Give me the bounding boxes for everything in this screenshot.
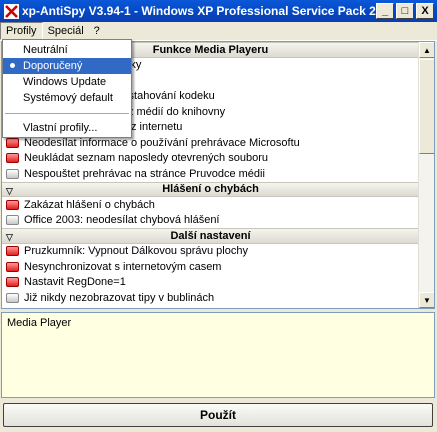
profiles-dropdown-menu: Neutrální Doporučený Windows Update Syst… xyxy=(2,39,132,138)
setting-row[interactable]: Zakázat hlášení o chybách xyxy=(2,197,419,213)
setting-row[interactable]: Nastavit RegDone=1 xyxy=(2,275,419,291)
setting-label: Nastavit RegDone=1 xyxy=(24,276,126,289)
setting-label: Office 2003: neodesílat chybová hlášení xyxy=(24,214,220,227)
setting-label: Neodesílat informace o používání prehráv… xyxy=(24,136,300,149)
profile-recommended[interactable]: Doporučený xyxy=(3,58,131,74)
setting-enabled-checkbox[interactable] xyxy=(6,199,19,210)
setting-row[interactable]: Nespouštet prehrávac na stránce Pruvodce… xyxy=(2,166,419,182)
setting-row[interactable]: Pruzkumník: Vypnout Dálkovou správu ploc… xyxy=(2,244,419,260)
setting-label: Neukládat seznam naposledy otevrených so… xyxy=(24,152,268,165)
setting-label: Pruzkumník: Vypnout Dálkovou správu ploc… xyxy=(24,245,248,258)
profile-label: Neutrální xyxy=(23,44,68,56)
section-header-label: Hlášení o chybách xyxy=(162,183,259,196)
radio-bullet-icon xyxy=(10,63,15,68)
setting-label: Zakázat hlášení o chybách xyxy=(24,198,155,211)
collapse-triangle-icon[interactable]: ▽ xyxy=(6,232,13,243)
setting-label: Nespouštet prehrávac na stránce Pruvodce… xyxy=(24,167,265,180)
description-panel: Media Player xyxy=(1,312,435,398)
section-header-label: Funkce Media Playeru xyxy=(152,43,269,56)
window-title: xp-AntiSpy V3.94-1 - Windows XP Professi… xyxy=(22,4,376,18)
setting-disabled-checkbox[interactable] xyxy=(6,215,19,226)
menu-special[interactable]: Speciál xyxy=(43,23,89,39)
setting-label: Nesynchronizovat s internetovým casem xyxy=(24,260,222,273)
profile-neutral[interactable]: Neutrální xyxy=(3,42,131,58)
vertical-scrollbar[interactable]: ▲ ▼ xyxy=(418,42,434,308)
app-icon[interactable] xyxy=(3,3,19,19)
scroll-up-button[interactable]: ▲ xyxy=(419,42,434,58)
minimize-button[interactable]: _ xyxy=(376,3,394,19)
title-bar: xp-AntiSpy V3.94-1 - Windows XP Professi… xyxy=(0,0,437,22)
scroll-down-button[interactable]: ▼ xyxy=(419,292,434,308)
setting-enabled-checkbox[interactable] xyxy=(6,277,19,288)
setting-enabled-checkbox[interactable] xyxy=(6,261,19,272)
setting-enabled-checkbox[interactable] xyxy=(6,153,19,164)
setting-label: Již nikdy nezobrazovat tipy v bublinách xyxy=(24,291,215,304)
menu-separator xyxy=(5,113,129,114)
setting-row[interactable]: Nesynchronizovat s internetovým casem xyxy=(2,259,419,275)
section-header[interactable]: ▽ Další nastavení xyxy=(2,228,419,244)
setting-disabled-checkbox[interactable] xyxy=(6,168,19,179)
apply-button[interactable]: Použít xyxy=(3,403,433,427)
close-button[interactable]: X xyxy=(416,3,434,19)
profile-label: Systémový default xyxy=(23,92,113,104)
menu-help[interactable]: ? xyxy=(89,23,105,39)
maximize-button[interactable]: □ xyxy=(396,3,414,19)
profile-label: Doporučený xyxy=(23,60,83,72)
profile-label: Vlastní profily... xyxy=(23,122,98,134)
setting-disabled-checkbox[interactable] xyxy=(6,292,19,303)
profile-system-default[interactable]: Systémový default xyxy=(3,90,131,106)
custom-profiles[interactable]: Vlastní profily... xyxy=(3,120,131,136)
section-header-label: Další nastavení xyxy=(170,229,251,242)
setting-enabled-checkbox[interactable] xyxy=(6,137,19,148)
setting-row[interactable]: Neukládat seznam naposledy otevrených so… xyxy=(2,151,419,167)
description-text: Media Player xyxy=(7,317,72,329)
profile-label: Windows Update xyxy=(23,76,107,88)
setting-row[interactable]: Již nikdy nezobrazovat tipy v bublinách xyxy=(2,290,419,306)
setting-row[interactable]: Office 2003: neodesílat chybová hlášení xyxy=(2,213,419,229)
profile-windows-update[interactable]: Windows Update xyxy=(3,74,131,90)
section-header[interactable]: ▽ Hlášení o chybách xyxy=(2,181,419,197)
setting-enabled-checkbox[interactable] xyxy=(6,246,19,257)
collapse-triangle-icon[interactable]: ▽ xyxy=(6,186,13,197)
scroll-thumb[interactable] xyxy=(419,59,434,154)
menu-profily[interactable]: Profily xyxy=(0,22,43,40)
